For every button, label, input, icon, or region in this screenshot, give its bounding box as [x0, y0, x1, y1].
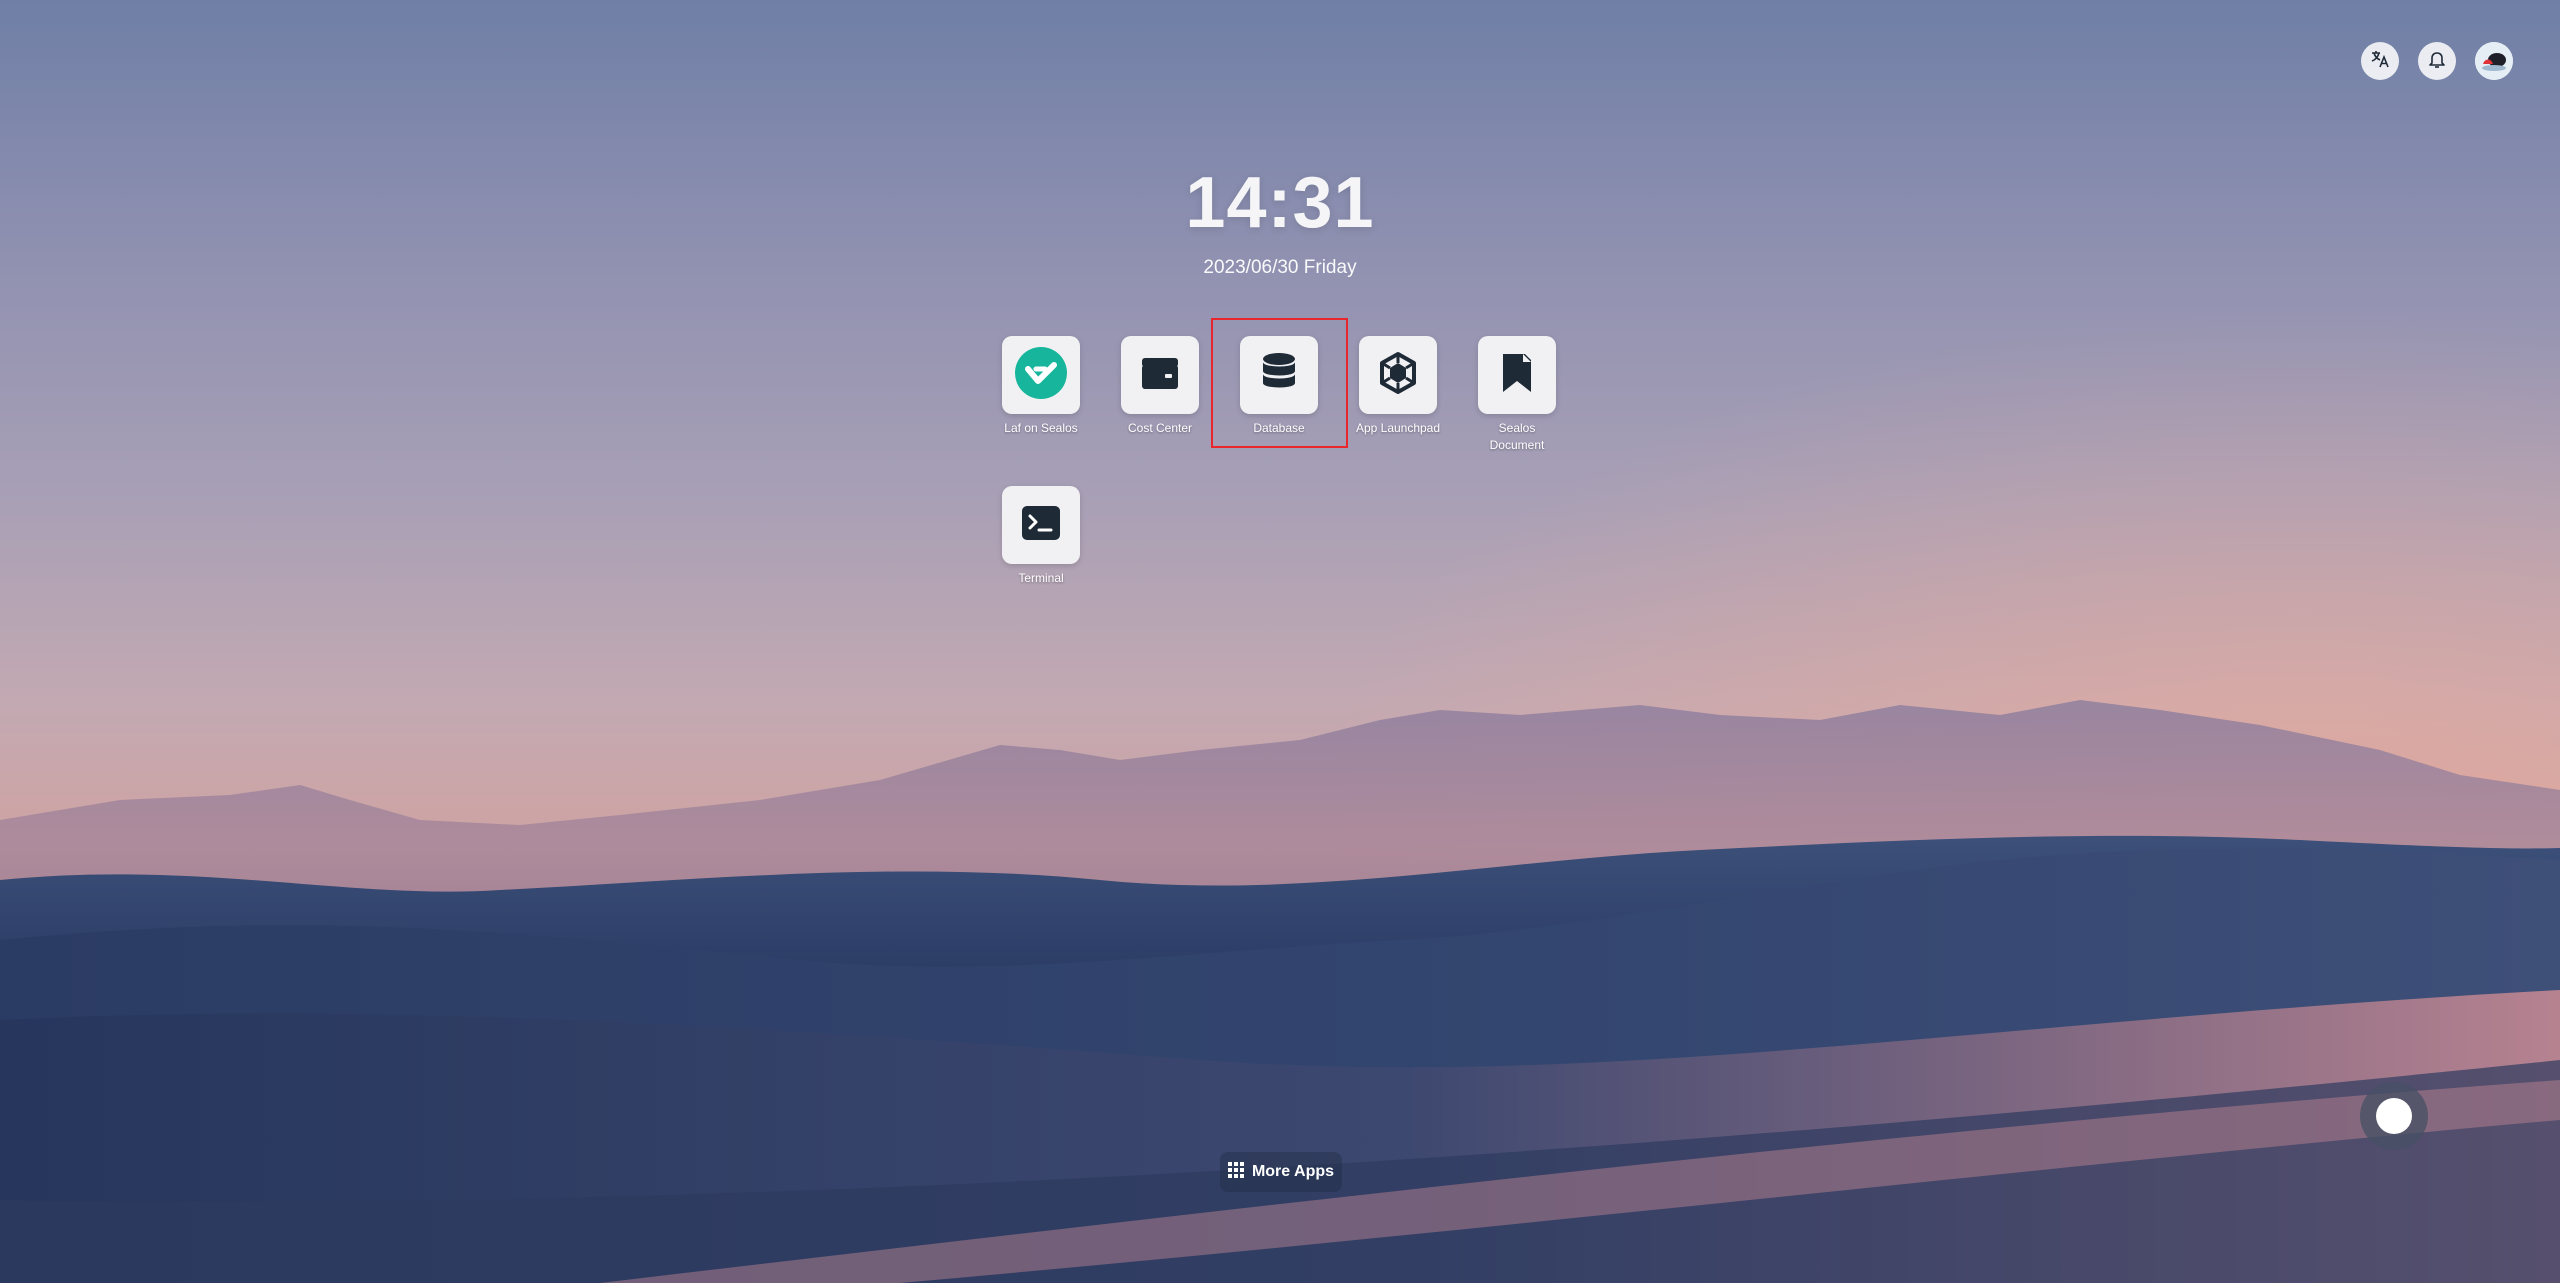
bookmark-icon	[1497, 351, 1537, 400]
app-tile[interactable]	[1002, 336, 1080, 414]
wallet-icon	[1139, 352, 1181, 399]
app-tile[interactable]	[1121, 336, 1199, 414]
clock-time: 14:31	[1185, 163, 1375, 243]
clock-date: 2023/06/30 Friday	[1203, 257, 1357, 278]
app-label: Terminal	[1018, 571, 1064, 585]
floating-button-dot	[2376, 1098, 2412, 1134]
app-laf-on-sealos[interactable]: Laf on Sealos	[986, 336, 1096, 437]
language-button[interactable]	[2361, 42, 2399, 80]
app-label: Cost Center	[1127, 421, 1193, 435]
selection-highlight	[1211, 318, 1348, 448]
desktop: 14:31 2023/06/30 Friday Laf on Sealos Co…	[0, 0, 2560, 1283]
translate-icon	[2370, 49, 2390, 74]
app-sealos-document[interactable]: Sealos Document	[1462, 336, 1572, 454]
app-terminal[interactable]: Terminal	[986, 486, 1096, 587]
launchpad-icon	[1376, 351, 1420, 400]
more-apps-label: More Apps	[1251, 1163, 1335, 1180]
more-apps-button[interactable]: More Apps	[1220, 1152, 1342, 1192]
notification-button[interactable]	[2418, 42, 2456, 80]
app-tile[interactable]	[1002, 486, 1080, 564]
terminal-icon	[1020, 502, 1062, 549]
app-tile[interactable]	[1359, 336, 1437, 414]
grid-icon	[1227, 1161, 1244, 1183]
laf-icon	[1015, 346, 1067, 404]
floating-assistant-button[interactable]	[2360, 1082, 2428, 1150]
bell-icon	[2427, 49, 2447, 74]
app-label: Sealos Document	[1489, 421, 1545, 452]
avatar[interactable]	[2475, 42, 2513, 80]
app-cost-center[interactable]: Cost Center	[1105, 336, 1215, 437]
app-launchpad[interactable]: App Launchpad	[1343, 336, 1453, 437]
app-label: Laf on Sealos	[1004, 421, 1078, 435]
app-tile[interactable]	[1478, 336, 1556, 414]
app-label: App Launchpad	[1355, 421, 1441, 435]
